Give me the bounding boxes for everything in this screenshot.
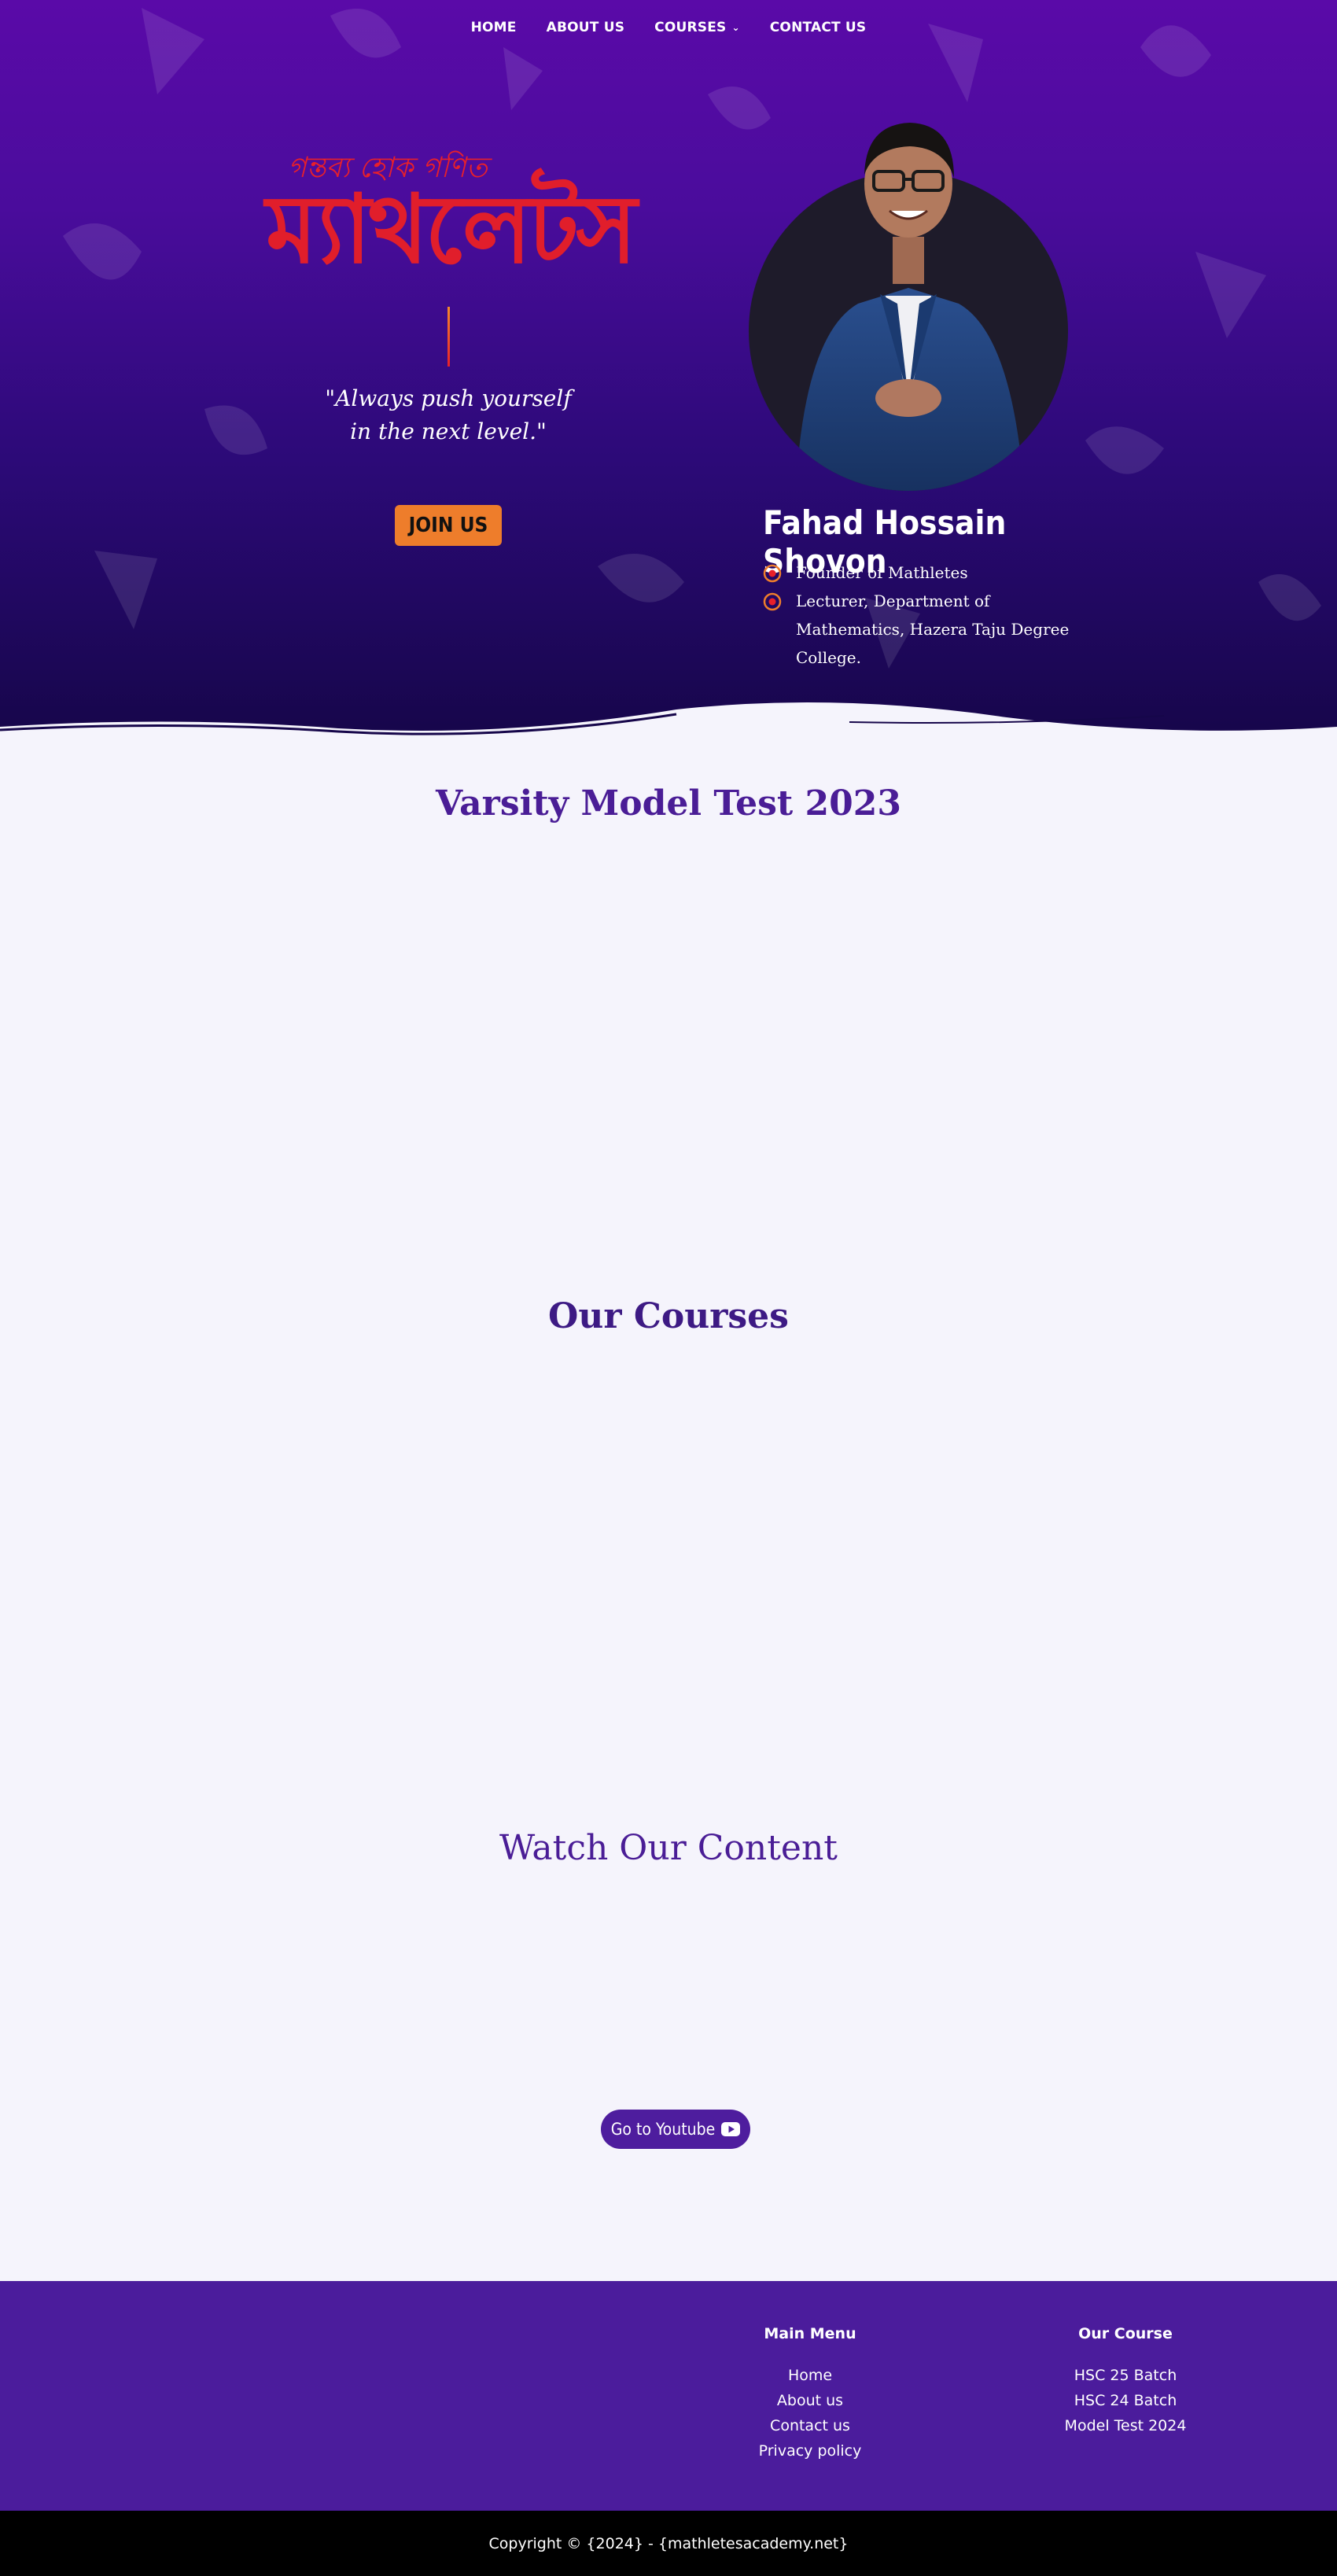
footer-link-hsc24[interactable]: HSC 24 Batch bbox=[1031, 2388, 1220, 2413]
footer-link-hsc25[interactable]: HSC 25 Batch bbox=[1031, 2363, 1220, 2388]
footer-link-home[interactable]: Home bbox=[716, 2363, 904, 2388]
copyright-text: Copyright © {2024} - {mathletesacademy.n… bbox=[488, 2534, 849, 2552]
site-footer: Main Menu Home About us Contact us Priva… bbox=[0, 2281, 1337, 2511]
copyright-bar: Copyright © {2024} - {mathletesacademy.n… bbox=[0, 2511, 1337, 2576]
join-us-button[interactable]: JOIN US bbox=[395, 505, 502, 546]
divider-line bbox=[448, 307, 450, 367]
footer-link-about[interactable]: About us bbox=[716, 2388, 904, 2413]
footer-main-menu: Main Menu Home About us Contact us Priva… bbox=[716, 2325, 904, 2464]
nav-contact-us[interactable]: CONTACT US bbox=[770, 20, 867, 35]
leaf-pattern-background bbox=[63, 8, 1321, 669]
hero-wave-divider bbox=[0, 702, 1337, 739]
footer-our-course: Our Course HSC 25 Batch HSC 24 Batch Mod… bbox=[1031, 2325, 1220, 2438]
go-to-youtube-button[interactable]: Go to Youtube bbox=[601, 2110, 750, 2149]
list-item: Founder of Mathletes bbox=[763, 558, 1093, 587]
footer-main-menu-title: Main Menu bbox=[764, 2325, 856, 2342]
target-bullet-icon bbox=[763, 592, 782, 611]
nav-home[interactable]: HOME bbox=[471, 20, 517, 35]
quote-line-1: "Always push yourself bbox=[325, 385, 572, 411]
quote-line-2: in the next level." bbox=[350, 418, 547, 444]
nav-courses[interactable]: COURSES ⌄ bbox=[654, 20, 740, 35]
youtube-button-label: Go to Youtube bbox=[610, 2120, 716, 2139]
hero-section: HOME ABOUT US COURSES ⌄ CONTACT US গন্তব্… bbox=[0, 0, 1337, 739]
main-navigation: HOME ABOUT US COURSES ⌄ CONTACT US bbox=[0, 17, 1337, 38]
brand-logo-text: ম্যাথলেটস bbox=[266, 173, 637, 285]
footer-link-privacy[interactable]: Privacy policy bbox=[716, 2438, 904, 2464]
founder-roles-list: Founder of Mathletes Lecturer, Departmen… bbox=[763, 558, 1093, 672]
role-text: Founder of Mathletes bbox=[796, 563, 968, 582]
nav-about-label: ABOUT US bbox=[546, 20, 625, 35]
target-bullet-icon bbox=[763, 564, 782, 583]
nav-courses-label: COURSES bbox=[654, 20, 727, 35]
role-text: Lecturer, Department of Mathematics, Haz… bbox=[796, 591, 1070, 667]
footer-our-course-title: Our Course bbox=[1078, 2325, 1173, 2342]
footer-link-model-test[interactable]: Model Test 2024 bbox=[1031, 2413, 1220, 2438]
content-heading: Watch Our Content bbox=[499, 1828, 838, 1868]
courses-heading: Our Courses bbox=[548, 1296, 789, 1336]
list-item: Lecturer, Department of Mathematics, Haz… bbox=[763, 587, 1093, 672]
model-test-heading: Varsity Model Test 2023 bbox=[436, 783, 901, 824]
chevron-down-icon: ⌄ bbox=[731, 22, 740, 33]
youtube-icon bbox=[721, 2122, 741, 2136]
founder-portrait bbox=[749, 123, 1068, 491]
nav-contact-label: CONTACT US bbox=[769, 20, 867, 35]
nav-home-label: HOME bbox=[470, 20, 517, 35]
footer-link-contact[interactable]: Contact us bbox=[716, 2413, 904, 2438]
nav-about-us[interactable]: ABOUT US bbox=[547, 20, 625, 35]
hero-quote: "Always push yourself in the next level.… bbox=[291, 382, 606, 448]
